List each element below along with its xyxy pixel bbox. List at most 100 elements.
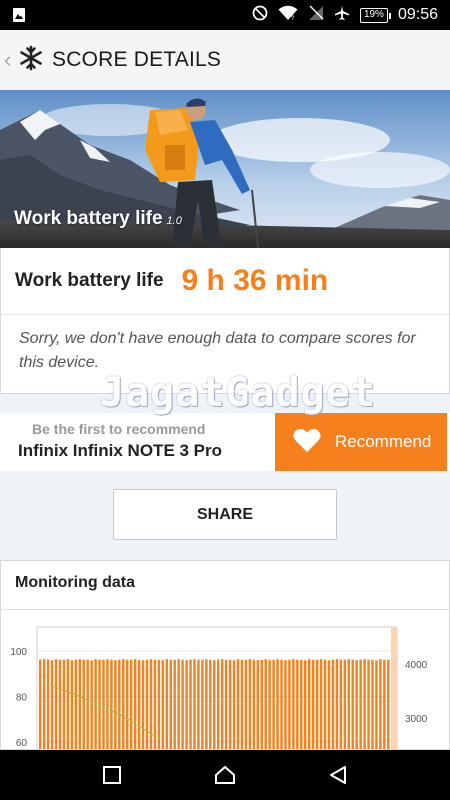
chart-bar xyxy=(347,659,350,749)
chart-bar xyxy=(304,660,307,749)
back-chevron-icon[interactable]: ‹ xyxy=(4,47,16,73)
chart-bar xyxy=(193,659,196,749)
chart-bar xyxy=(205,659,208,749)
chart-bar xyxy=(375,660,378,749)
chart-bar xyxy=(39,659,42,749)
monitoring-card: Monitoring data 100 80 60 4000 3000 xyxy=(0,560,450,750)
chart-bar xyxy=(185,660,188,749)
chart-bar xyxy=(173,659,176,749)
back-button[interactable] xyxy=(308,750,368,800)
chart-bar xyxy=(177,659,180,749)
share-button[interactable]: SHARE xyxy=(113,489,337,540)
chart-bar xyxy=(42,659,46,749)
chart-bar xyxy=(118,659,121,749)
square-recents-icon xyxy=(103,766,121,784)
chart-bar xyxy=(280,659,283,749)
right-axis-tick-label: 4000 xyxy=(405,660,428,671)
no-signal-icon xyxy=(308,4,324,26)
recommend-row: Be the first to recommend Infinix Infini… xyxy=(0,413,450,471)
chart-bar xyxy=(66,659,70,749)
chart-bar xyxy=(300,659,303,749)
chart-bar xyxy=(379,659,382,749)
hero-version: 1.0 xyxy=(166,215,182,227)
chart-bar xyxy=(371,659,374,749)
screenshot-notification-icon xyxy=(12,7,26,28)
do-not-disturb-icon xyxy=(252,5,268,26)
chart-bar xyxy=(232,660,236,749)
chart-bar xyxy=(197,659,200,749)
chart-bar xyxy=(217,659,220,749)
home-icon xyxy=(215,765,235,784)
chart-bar xyxy=(272,659,275,749)
chart-bar xyxy=(149,659,153,749)
chart-bar xyxy=(284,660,287,749)
snowflake-logo-icon[interactable] xyxy=(18,45,44,76)
chart-bar xyxy=(264,659,267,749)
chart-bar xyxy=(141,660,145,749)
chart-bar xyxy=(323,659,327,749)
right-axis-strip xyxy=(391,627,397,749)
chart-bar xyxy=(327,660,331,749)
wifi-icon: ? xyxy=(278,5,298,26)
chart-bar xyxy=(114,660,117,749)
chart-bar xyxy=(296,659,299,749)
chart-bar xyxy=(252,659,256,749)
chart-bar xyxy=(311,659,315,749)
status-bar: ? 19% 09:56 xyxy=(0,0,450,30)
app-header: ‹ SCORE DETAILS xyxy=(0,30,450,90)
chart-bar xyxy=(189,659,192,749)
chart-bar xyxy=(276,659,279,749)
chart-bar xyxy=(343,659,347,749)
chart-bar xyxy=(387,659,390,749)
chart-bar xyxy=(292,659,295,749)
chart-bar xyxy=(122,659,125,749)
chart-bar xyxy=(244,659,248,749)
chart-bar xyxy=(126,659,129,749)
chart-bar xyxy=(58,659,62,749)
navigation-bar xyxy=(0,750,450,800)
chart-bar xyxy=(383,659,386,749)
hero-banner: Work battery life 1.0 xyxy=(0,90,450,248)
score-label: Work battery life xyxy=(15,270,164,291)
chart-bar xyxy=(46,659,50,749)
chart-bar xyxy=(133,659,137,749)
chart-bar xyxy=(145,659,149,749)
chart-bar xyxy=(307,659,311,749)
chart-bar xyxy=(213,660,216,749)
recommend-button[interactable]: Recommend xyxy=(275,413,447,471)
recents-button[interactable] xyxy=(82,750,142,800)
chart-bar xyxy=(110,659,113,749)
chart-bar xyxy=(102,659,105,749)
watermark: JagatGadget xyxy=(100,370,376,416)
recommend-label: Recommend xyxy=(335,432,432,451)
chart-bar xyxy=(359,659,362,749)
chart-bar xyxy=(70,660,74,749)
chart-bar xyxy=(50,660,54,749)
chart-bar xyxy=(209,659,212,749)
chart-bar xyxy=(169,659,172,749)
svg-text:?: ? xyxy=(291,16,295,21)
page-title: SCORE DETAILS xyxy=(52,48,222,71)
monitoring-chart: 100 80 60 4000 3000 xyxy=(10,626,428,749)
right-axis-tick-label: 3000 xyxy=(405,714,428,725)
chart-bar xyxy=(288,659,291,749)
hero-title-text: Work battery life xyxy=(14,208,163,229)
chart-bar xyxy=(181,659,184,749)
chart-bar xyxy=(351,659,354,749)
chart-bar xyxy=(220,659,224,749)
home-button[interactable] xyxy=(195,750,255,800)
chart-bar xyxy=(355,660,358,749)
chart-bar xyxy=(248,659,252,749)
chart-bar xyxy=(268,659,271,749)
chart-bar xyxy=(260,659,263,749)
chart-bar xyxy=(90,660,93,749)
chart-bar xyxy=(236,659,240,749)
chart-bar xyxy=(165,659,169,749)
chart-bar xyxy=(319,659,323,749)
chart-bar xyxy=(228,659,232,749)
device-name: Infinix Infinix NOTE 3 Pro xyxy=(18,441,223,460)
chart-bar xyxy=(137,659,141,749)
chart-bar xyxy=(224,659,228,749)
chart-bar xyxy=(129,659,133,749)
back-triangle-icon xyxy=(330,766,346,784)
